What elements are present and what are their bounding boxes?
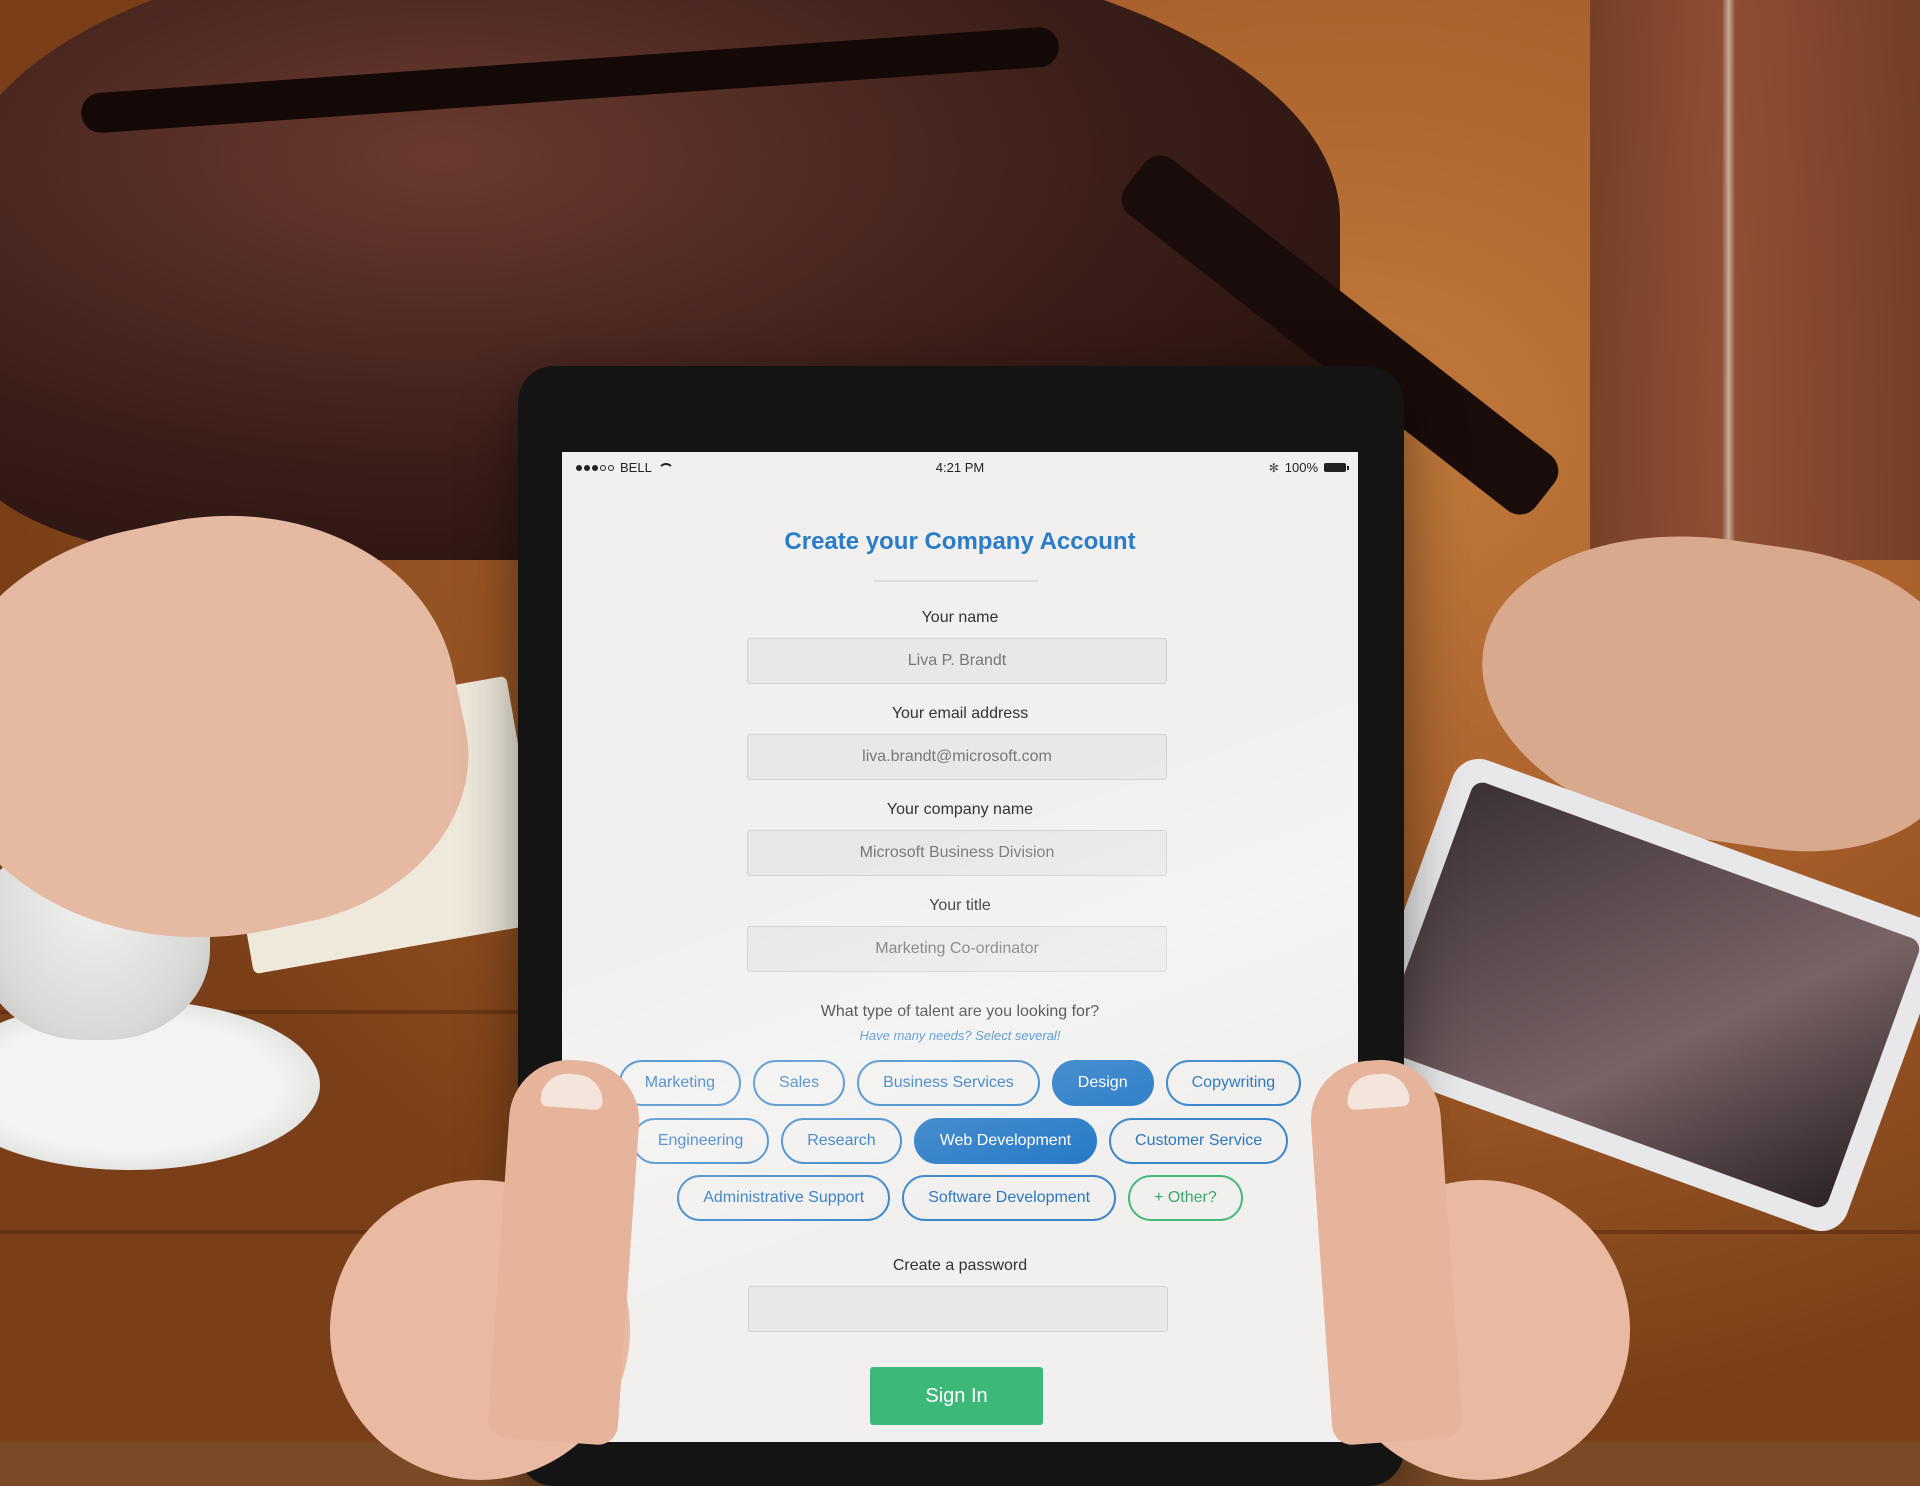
background-wall bbox=[1590, 0, 1920, 560]
talent-chip-engineering[interactable]: Engineering bbox=[631, 1118, 770, 1164]
talent-chip-other[interactable]: + Other? bbox=[1128, 1175, 1243, 1221]
talent-chip-web-development[interactable]: Web Development bbox=[913, 1118, 1098, 1164]
bluetooth-icon: ✻ bbox=[1268, 460, 1279, 475]
name-label: Your name bbox=[921, 609, 999, 626]
company-input[interactable] bbox=[747, 830, 1167, 876]
title-divider bbox=[874, 580, 1038, 582]
title-label: Your title bbox=[929, 897, 991, 914]
name-input[interactable] bbox=[747, 638, 1167, 684]
talent-row-2: Engineering Research Web Development Cus… bbox=[562, 1118, 1358, 1164]
right-thumb bbox=[1306, 1055, 1464, 1447]
company-label: Your company name bbox=[886, 801, 1034, 818]
status-right: ✻ 100% bbox=[1268, 460, 1349, 475]
sign-in-button[interactable]: Sign In bbox=[870, 1367, 1043, 1425]
talent-chip-research[interactable]: Research bbox=[781, 1118, 902, 1164]
email-input[interactable] bbox=[747, 734, 1167, 780]
bag-zipper bbox=[79, 25, 1061, 135]
tablet-screen: BELL 4:21 PM ✻ 100% Create your Company … bbox=[562, 452, 1358, 1442]
talent-chip-software-development[interactable]: Software Development bbox=[902, 1175, 1117, 1221]
talent-row-3: Administrative Support Software Developm… bbox=[562, 1175, 1358, 1221]
left-thumb-nail bbox=[540, 1071, 605, 1111]
title-input[interactable] bbox=[747, 926, 1167, 972]
talent-chip-marketing[interactable]: Marketing bbox=[618, 1060, 742, 1106]
talent-chip-sales[interactable]: Sales bbox=[753, 1060, 846, 1106]
talent-chip-customer-service[interactable]: Customer Service bbox=[1109, 1118, 1289, 1164]
status-bar: BELL 4:21 PM ✻ 100% bbox=[562, 452, 1358, 484]
right-thumb-nail bbox=[1345, 1071, 1410, 1111]
page-title: Create your Company Account bbox=[784, 528, 1136, 555]
talent-row-1: Marketing Sales Business Services Design… bbox=[562, 1060, 1358, 1106]
talent-chip-design[interactable]: Design bbox=[1051, 1060, 1154, 1106]
talent-chip-administrative-support[interactable]: Administrative Support bbox=[677, 1175, 891, 1221]
battery-icon bbox=[1324, 463, 1349, 472]
battery-percent: 100% bbox=[1284, 460, 1318, 475]
status-time: 4:21 PM bbox=[935, 460, 985, 475]
email-label: Your email address bbox=[891, 705, 1029, 722]
talent-chip-business-services[interactable]: Business Services bbox=[857, 1060, 1040, 1106]
left-thumb bbox=[486, 1055, 644, 1447]
talent-chip-copywriting[interactable]: Copywriting bbox=[1165, 1060, 1302, 1106]
talent-question: What type of talent are you looking for? bbox=[820, 1003, 1100, 1020]
talent-hint: Have many needs? Select several! bbox=[859, 1028, 1061, 1043]
password-input[interactable] bbox=[748, 1286, 1168, 1332]
password-label: Create a password bbox=[892, 1257, 1028, 1274]
